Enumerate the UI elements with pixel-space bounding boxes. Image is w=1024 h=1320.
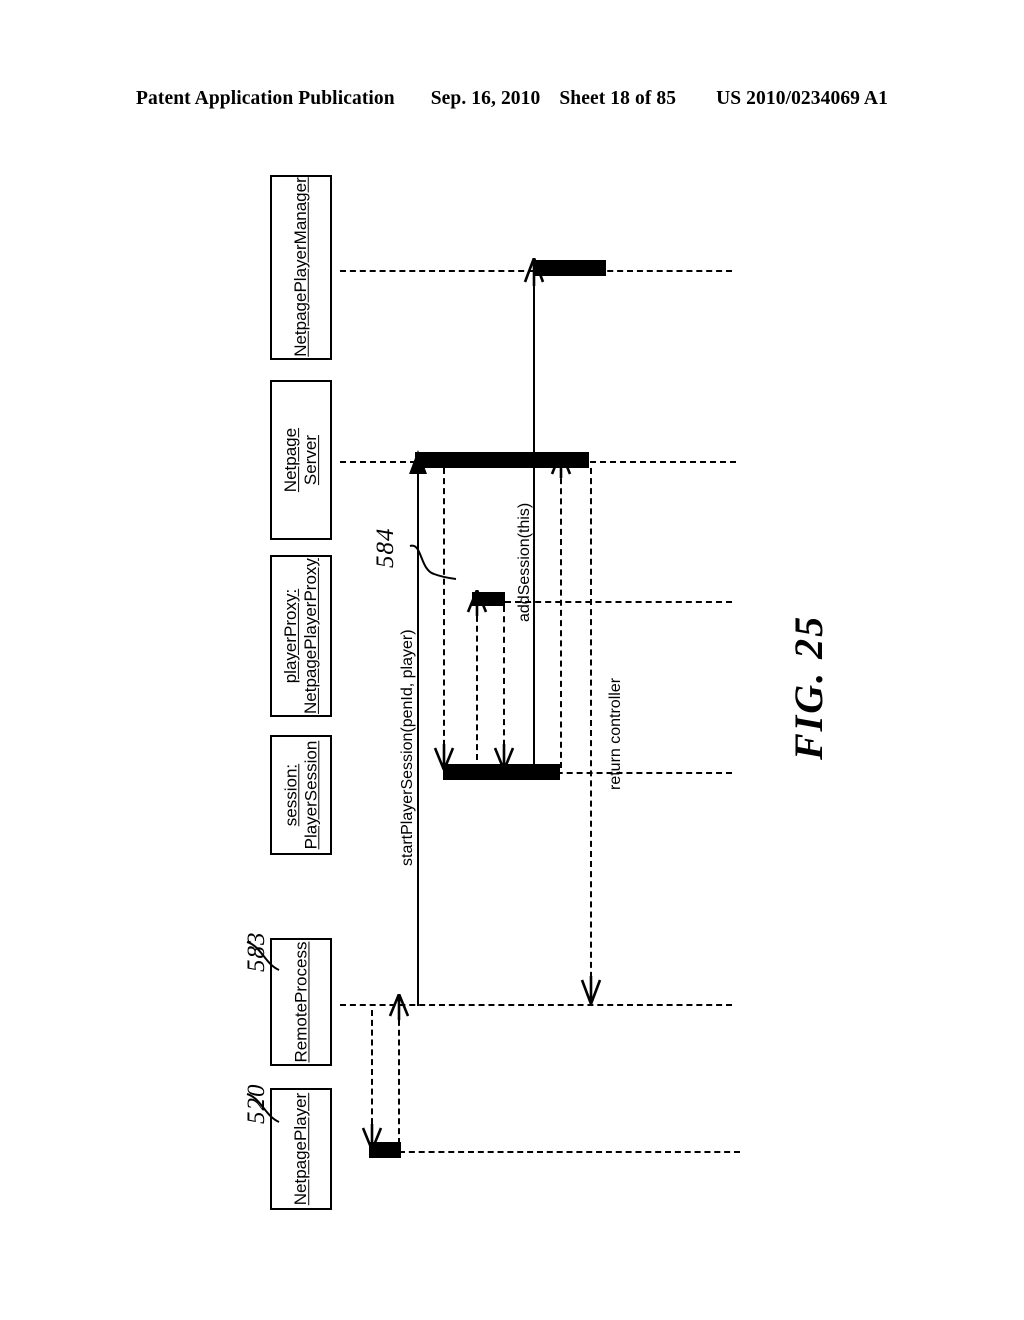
lifeline-netpage-player	[399, 1151, 740, 1153]
sequence-diagram: NetpagePlayerManager Netpage Server play…	[0, 0, 1024, 1320]
participant-box-netpage-server: Netpage Server	[270, 380, 332, 540]
message-line-session-return	[560, 468, 562, 768]
arrowhead-start-player-session	[409, 450, 427, 474]
arrowhead-remote-to-player	[361, 1124, 383, 1150]
participant-label-netpage-server: Netpage Server	[280, 427, 320, 493]
participant-box-netpage-player-manager: NetpagePlayerManager	[270, 175, 332, 360]
message-label-add-session: addSession(this)	[516, 502, 533, 622]
participant-box-player-proxy: playerProxy: NetpagePlayerProxy	[270, 555, 332, 717]
message-line-return-controller	[590, 468, 592, 988]
leader-line-583	[246, 941, 280, 971]
arrowhead-session-return	[550, 452, 572, 478]
participant-label-netpage-player-manager: NetpagePlayerManager	[290, 177, 310, 358]
arrowhead-player-to-remote	[388, 994, 410, 1020]
arrowhead-proxy-to-session	[493, 744, 515, 770]
participant-box-session: session: PlayerSession	[270, 735, 332, 855]
participant-label-player-proxy: playerProxy: NetpagePlayerProxy	[280, 558, 321, 714]
reference-numeral-584: 584	[372, 527, 399, 569]
message-line-remote-to-player	[371, 1010, 373, 1134]
arrowhead-session-to-proxy	[466, 590, 488, 616]
message-label-return-controller: return controller	[607, 677, 624, 790]
leader-line-520	[246, 1093, 280, 1123]
leader-line-584	[409, 544, 457, 580]
message-label-start-player-session: startPlayerSession(penId, player)	[399, 629, 416, 866]
message-line-session-to-proxy	[476, 606, 478, 760]
participant-label-netpage-player: NetpagePlayer	[290, 1092, 310, 1206]
figure-label: FIG. 25	[786, 614, 831, 760]
arrowhead-return-controller	[580, 976, 602, 1004]
arrowhead-add-session	[523, 258, 545, 286]
message-line-proxy-to-session	[503, 606, 505, 756]
participant-label-remote-process: RemoteProcess	[290, 941, 310, 1063]
lifeline-player-proxy	[505, 601, 732, 603]
participant-label-session: session: PlayerSession	[280, 740, 321, 850]
arrowhead-create-session	[433, 744, 455, 770]
message-line-player-to-remote	[398, 1010, 400, 1144]
message-line-create-session	[443, 468, 445, 756]
